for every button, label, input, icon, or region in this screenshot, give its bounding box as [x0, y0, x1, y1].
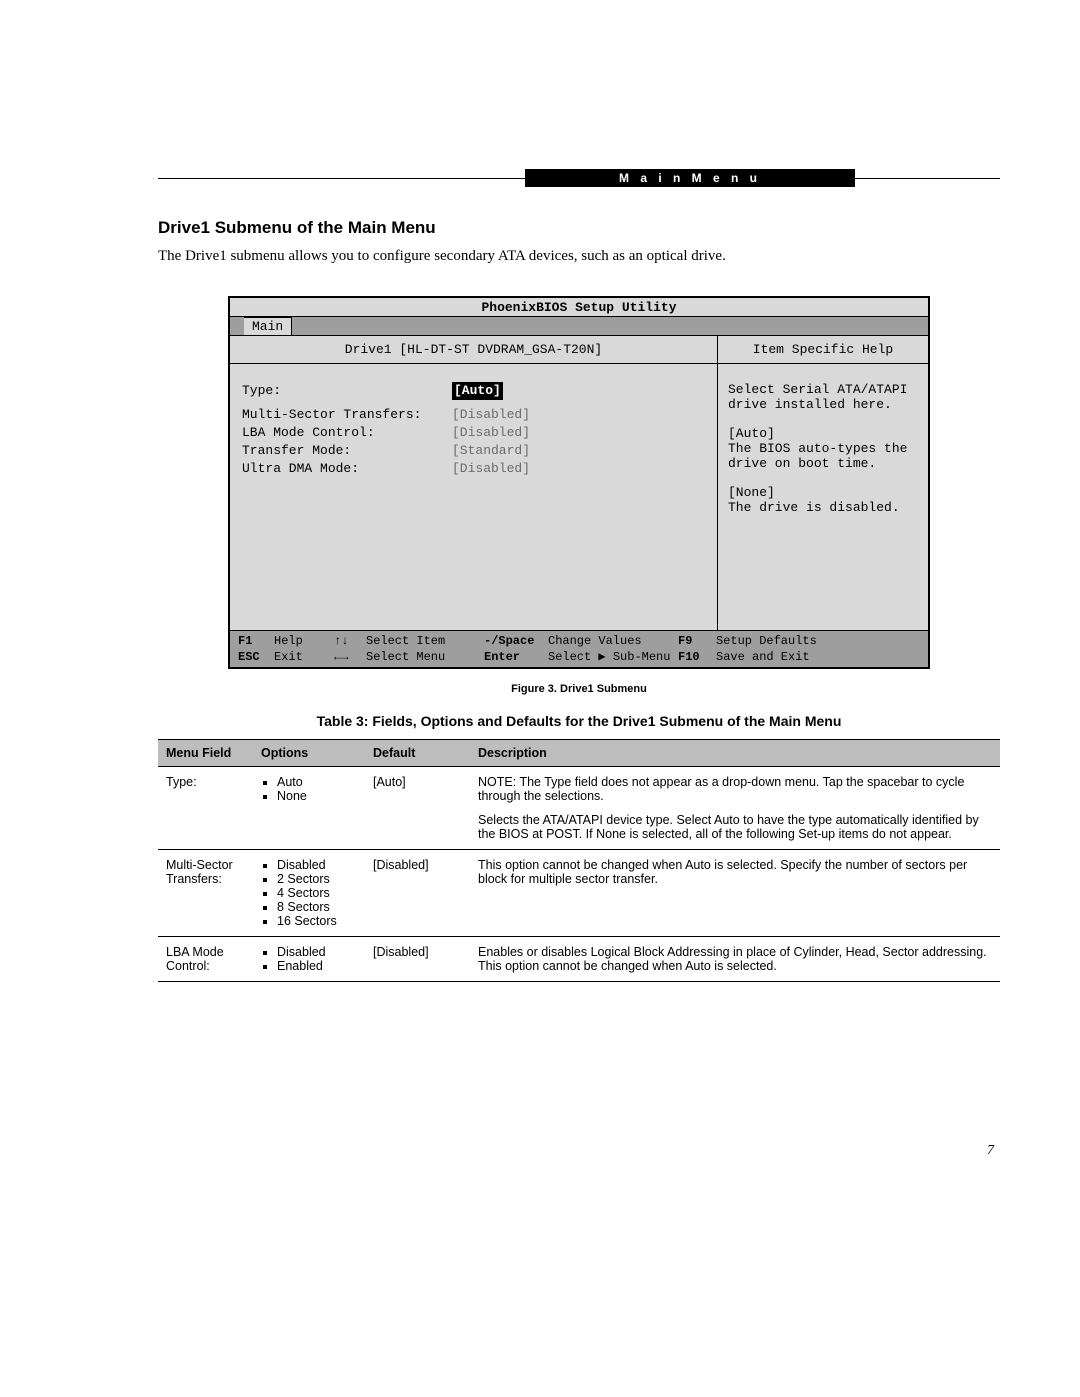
table-row: Multi-Sector Transfers:Disabled2 Sectors…: [158, 850, 1000, 937]
th-options: Options: [253, 740, 365, 767]
cell-description: NOTE: The Type field does not appear as …: [470, 767, 1000, 850]
cell-field: Multi-Sector Transfers:: [158, 850, 253, 937]
bios-key: F1: [230, 633, 274, 649]
bios-key-label: Select ▶ Sub-Menu: [548, 649, 678, 665]
option-item: 16 Sectors: [277, 914, 357, 928]
bios-key: F9: [678, 633, 716, 649]
bios-key-label: Exit: [274, 649, 334, 665]
bios-value: [Disabled]: [452, 406, 530, 424]
fields-table: Menu Field Options Default Description T…: [158, 739, 1000, 982]
bios-key: ESC: [230, 649, 274, 665]
bios-label: Ultra DMA Mode:: [242, 460, 452, 478]
bios-row-mst: Multi-Sector Transfers: [Disabled]: [242, 406, 709, 424]
bios-label: Multi-Sector Transfers:: [242, 406, 452, 424]
option-item: 8 Sectors: [277, 900, 357, 914]
bios-value: [Disabled]: [452, 424, 530, 442]
page-number: 7: [987, 1143, 994, 1159]
cell-description: This option cannot be changed when Auto …: [470, 850, 1000, 937]
leftright-arrow-icon: ←→: [334, 649, 366, 665]
bios-key-label: Change Values: [548, 633, 678, 649]
cell-default: [Disabled]: [365, 937, 470, 982]
th-description: Description: [470, 740, 1000, 767]
cell-default: [Auto]: [365, 767, 470, 850]
header-section-pill: M a i n M e n u: [525, 169, 855, 187]
bios-key-label: Help: [274, 633, 334, 649]
bios-label: LBA Mode Control:: [242, 424, 452, 442]
bios-label: Type:: [242, 382, 452, 400]
intro-paragraph: The Drive1 submenu allows you to configu…: [158, 246, 1000, 266]
bios-tabrow: Main: [230, 317, 928, 335]
bios-row-lba: LBA Mode Control: [Disabled]: [242, 424, 709, 442]
bios-help-line: [None]: [728, 485, 918, 500]
cell-options: Disabled2 Sectors4 Sectors8 Sectors16 Se…: [253, 850, 365, 937]
cell-options: DisabledEnabled: [253, 937, 365, 982]
bios-help-header: Item Specific Help: [718, 336, 928, 364]
bios-row-udma: Ultra DMA Mode: [Disabled]: [242, 460, 709, 478]
cell-default: [Disabled]: [365, 850, 470, 937]
cell-field: Type:: [158, 767, 253, 850]
option-item: Enabled: [277, 959, 357, 973]
option-item: Auto: [277, 775, 357, 789]
option-item: Disabled: [277, 858, 357, 872]
updown-arrow-icon: ↑↓: [334, 633, 366, 649]
bios-help-line: [Auto]: [728, 426, 918, 441]
bios-key: -/Space: [476, 633, 548, 649]
cell-options: AutoNone: [253, 767, 365, 850]
bios-value: [Disabled]: [452, 460, 530, 478]
bios-help-line: drive on boot time.: [728, 456, 918, 471]
section-heading: Drive1 Submenu of the Main Menu: [158, 218, 1000, 238]
bios-key-label: Select Item: [366, 633, 476, 649]
table-row: Type:AutoNone[Auto]NOTE: The Type field …: [158, 767, 1000, 850]
bios-tab-main: Main: [244, 317, 292, 335]
bios-key-label: Save and Exit: [716, 649, 928, 665]
bios-title: PhoenixBIOS Setup Utility: [230, 298, 928, 317]
bios-drive-header: Drive1 [HL-DT-ST DVDRAM_GSA-T20N]: [230, 336, 717, 364]
option-item: Disabled: [277, 945, 357, 959]
option-item: 2 Sectors: [277, 872, 357, 886]
bios-key: F10: [678, 649, 716, 665]
table-row: LBA Mode Control:DisabledEnabled[Disable…: [158, 937, 1000, 982]
bios-screenshot: PhoenixBIOS Setup Utility Main Drive1 [H…: [228, 296, 930, 669]
table-caption: Table 3: Fields, Options and Defaults fo…: [158, 713, 1000, 729]
bios-help-line: The BIOS auto-types the: [728, 441, 918, 456]
th-default: Default: [365, 740, 470, 767]
bios-value-selected: [Auto]: [452, 382, 503, 400]
bios-label: Transfer Mode:: [242, 442, 452, 460]
bios-key-label: Select Menu: [366, 649, 476, 665]
option-item: 4 Sectors: [277, 886, 357, 900]
cell-description: Enables or disables Logical Block Addres…: [470, 937, 1000, 982]
bios-row-type: Type: [Auto]: [242, 382, 709, 400]
option-item: None: [277, 789, 357, 803]
bios-footer: F1 Help ↑↓ Select Item -/Space Change Va…: [230, 630, 928, 667]
th-menu-field: Menu Field: [158, 740, 253, 767]
figure-caption: Figure 3. Drive1 Submenu: [158, 683, 1000, 695]
bios-help-line: drive installed here.: [728, 397, 918, 412]
bios-value: [Standard]: [452, 442, 530, 460]
bios-help-line: The drive is disabled.: [728, 500, 918, 515]
cell-field: LBA Mode Control:: [158, 937, 253, 982]
bios-help-line: Select Serial ATA/ATAPI: [728, 382, 918, 397]
bios-key-label: Setup Defaults: [716, 633, 928, 649]
bios-key: Enter: [476, 649, 548, 665]
bios-help-body: Select Serial ATA/ATAPI drive installed …: [718, 364, 928, 630]
bios-row-tm: Transfer Mode: [Standard]: [242, 442, 709, 460]
